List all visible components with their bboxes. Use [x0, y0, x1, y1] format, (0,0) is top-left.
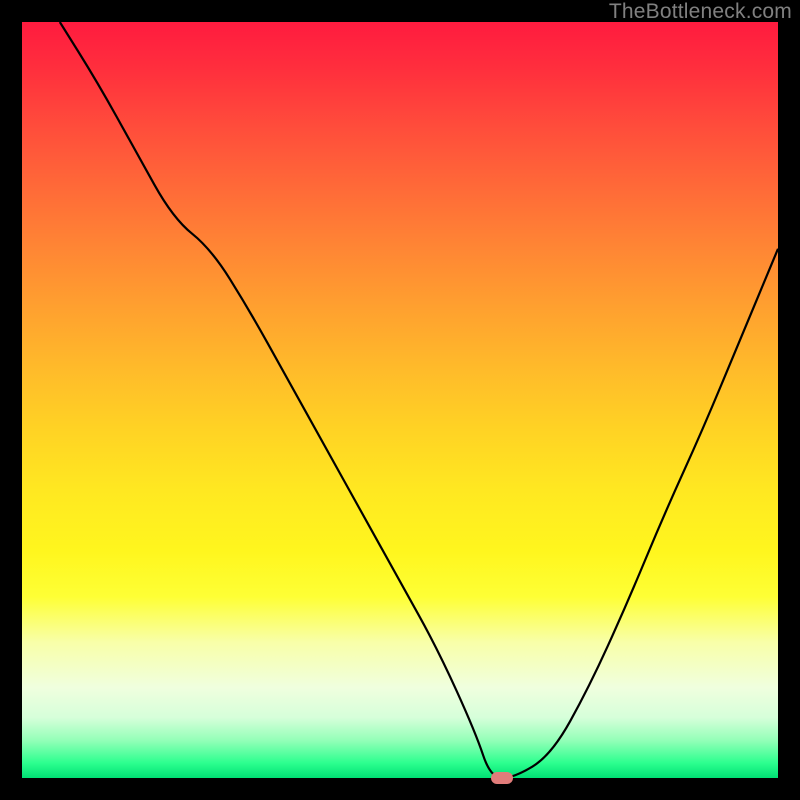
bottleneck-curve [22, 22, 778, 778]
watermark-text: TheBottleneck.com [609, 0, 792, 24]
plot-area [22, 22, 778, 778]
optimum-marker [491, 772, 513, 784]
chart-frame: TheBottleneck.com [0, 0, 800, 800]
